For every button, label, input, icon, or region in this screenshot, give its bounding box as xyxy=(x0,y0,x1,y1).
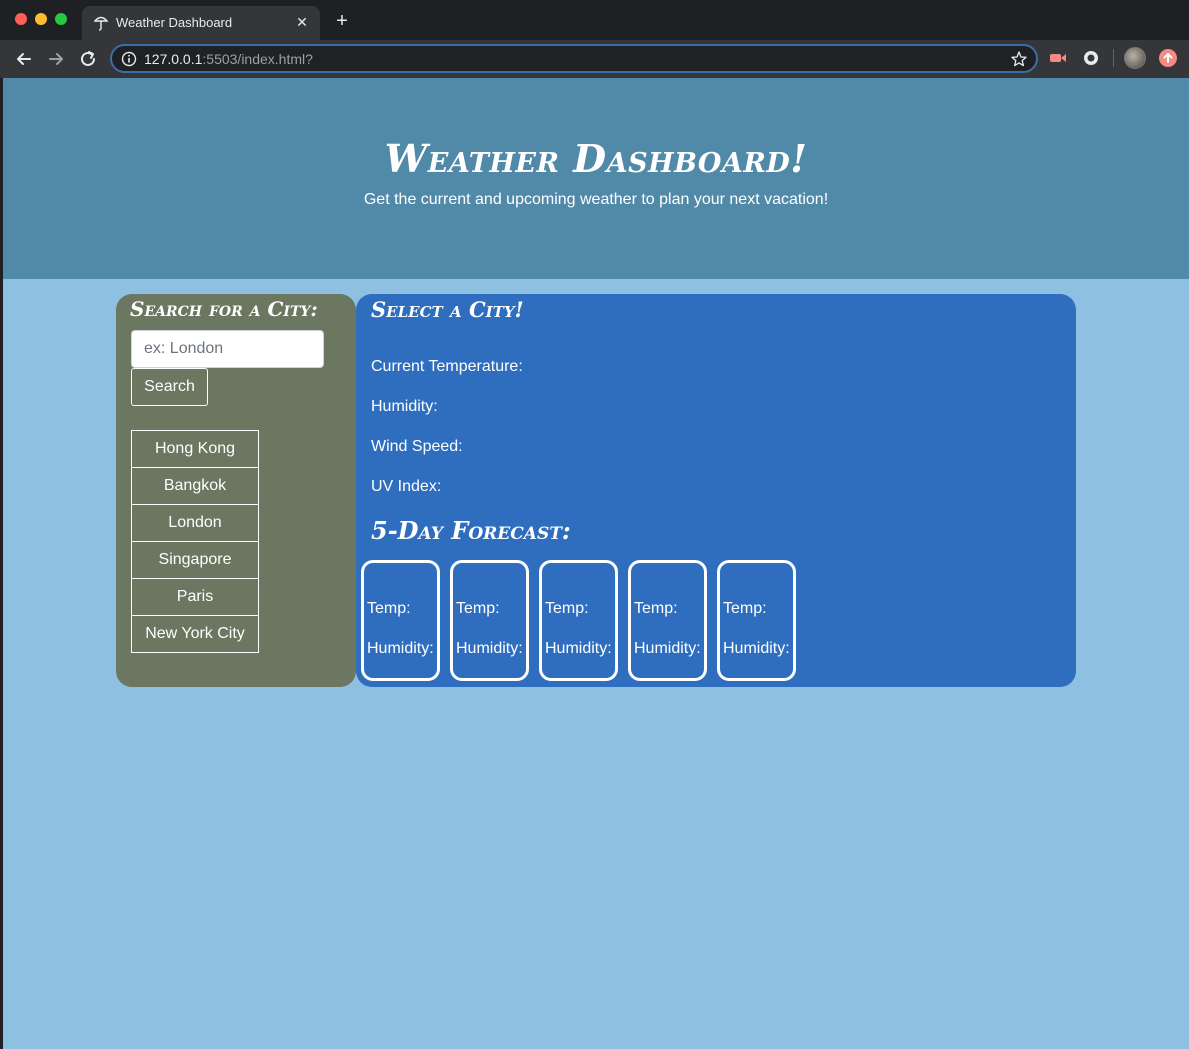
forecast-humidity: Humidity: xyxy=(545,640,612,657)
new-tab-icon[interactable]: + xyxy=(332,11,352,31)
tab-title: Weather Dashboard xyxy=(116,15,233,30)
forecast-temp: Temp: xyxy=(634,600,678,617)
search-panel: Search for a City: Search Hong Kong Bang… xyxy=(116,294,356,687)
forecast-heading: 5-Day Forecast: xyxy=(371,516,571,545)
forecast-humidity: Humidity: xyxy=(634,640,701,657)
umbrella-icon xyxy=(94,16,108,31)
page-viewport: Weather Dashboard! Get the current and u… xyxy=(3,78,1189,1049)
browser-tab[interactable]: Weather Dashboard ✕ xyxy=(82,6,320,40)
reload-icon[interactable] xyxy=(77,48,99,70)
info-icon[interactable] xyxy=(121,51,137,67)
toolbar-separator xyxy=(1113,49,1114,67)
forecast-temp: Temp: xyxy=(456,600,500,617)
city-button-singapore[interactable]: Singapore xyxy=(131,541,259,579)
page-subtitle: Get the current and upcoming weather to … xyxy=(363,191,829,208)
current-temperature: Current Temperature: xyxy=(371,358,523,375)
extension-icon[interactable] xyxy=(1049,50,1067,66)
city-button-new-york-city[interactable]: New York City xyxy=(131,615,259,653)
city-search-input[interactable] xyxy=(131,330,324,368)
search-button[interactable]: Search xyxy=(131,368,208,406)
update-arrow-icon[interactable] xyxy=(1159,49,1177,67)
selected-city-heading: Select a City! xyxy=(371,297,524,322)
back-arrow-icon[interactable] xyxy=(13,48,35,70)
search-heading: Search for a City: xyxy=(130,297,318,321)
forecast-card-day-1: Temp: Humidity: xyxy=(361,560,440,681)
close-window-button[interactable] xyxy=(15,13,27,25)
browser-toolbar: 127.0.0.1:5503/index.html? xyxy=(0,40,1189,78)
profile-avatar[interactable] xyxy=(1124,47,1146,69)
browser-titlebar: Weather Dashboard ✕ + xyxy=(0,0,1189,40)
current-wind-speed: Wind Speed: xyxy=(371,438,463,455)
city-button-hong-kong[interactable]: Hong Kong xyxy=(131,430,259,468)
forecast-card-day-3: Temp: Humidity: xyxy=(539,560,618,681)
forecast-temp: Temp: xyxy=(545,600,589,617)
header-banner: Weather Dashboard! Get the current and u… xyxy=(3,78,1189,279)
current-humidity: Humidity: xyxy=(371,398,438,415)
forecast-card-day-4: Temp: Humidity: xyxy=(628,560,707,681)
current-uv-index: UV Index: xyxy=(371,478,442,495)
forecast-humidity: Humidity: xyxy=(723,640,790,657)
forecast-temp: Temp: xyxy=(723,600,767,617)
url-path: :5503/index.html? xyxy=(202,51,313,67)
bookmark-star-icon[interactable] xyxy=(1010,50,1028,68)
forecast-card-day-5: Temp: Humidity: xyxy=(717,560,796,681)
extension-circle-icon[interactable] xyxy=(1083,50,1099,66)
forecast-humidity: Humidity: xyxy=(456,640,523,657)
forward-arrow-icon[interactable] xyxy=(45,48,67,70)
forecast-humidity: Humidity: xyxy=(367,640,434,657)
city-button-bangkok[interactable]: Bangkok xyxy=(131,467,259,505)
url-text: 127.0.0.1:5503/index.html? xyxy=(144,51,313,67)
city-button-london[interactable]: London xyxy=(131,504,259,542)
weather-panel: Select a City! Current Temperature: Humi… xyxy=(356,294,1076,687)
city-history-list: Hong Kong Bangkok London Singapore Paris… xyxy=(131,430,259,653)
city-button-paris[interactable]: Paris xyxy=(131,578,259,616)
minimize-window-button[interactable] xyxy=(35,13,47,25)
tab-close-icon[interactable]: ✕ xyxy=(294,14,310,30)
page-title: Weather Dashboard! xyxy=(384,136,808,181)
maximize-window-button[interactable] xyxy=(55,13,67,25)
address-bar[interactable]: 127.0.0.1:5503/index.html? xyxy=(110,44,1038,73)
forecast-card-day-2: Temp: Humidity: xyxy=(450,560,529,681)
forecast-temp: Temp: xyxy=(367,600,411,617)
url-host: 127.0.0.1 xyxy=(144,51,203,67)
